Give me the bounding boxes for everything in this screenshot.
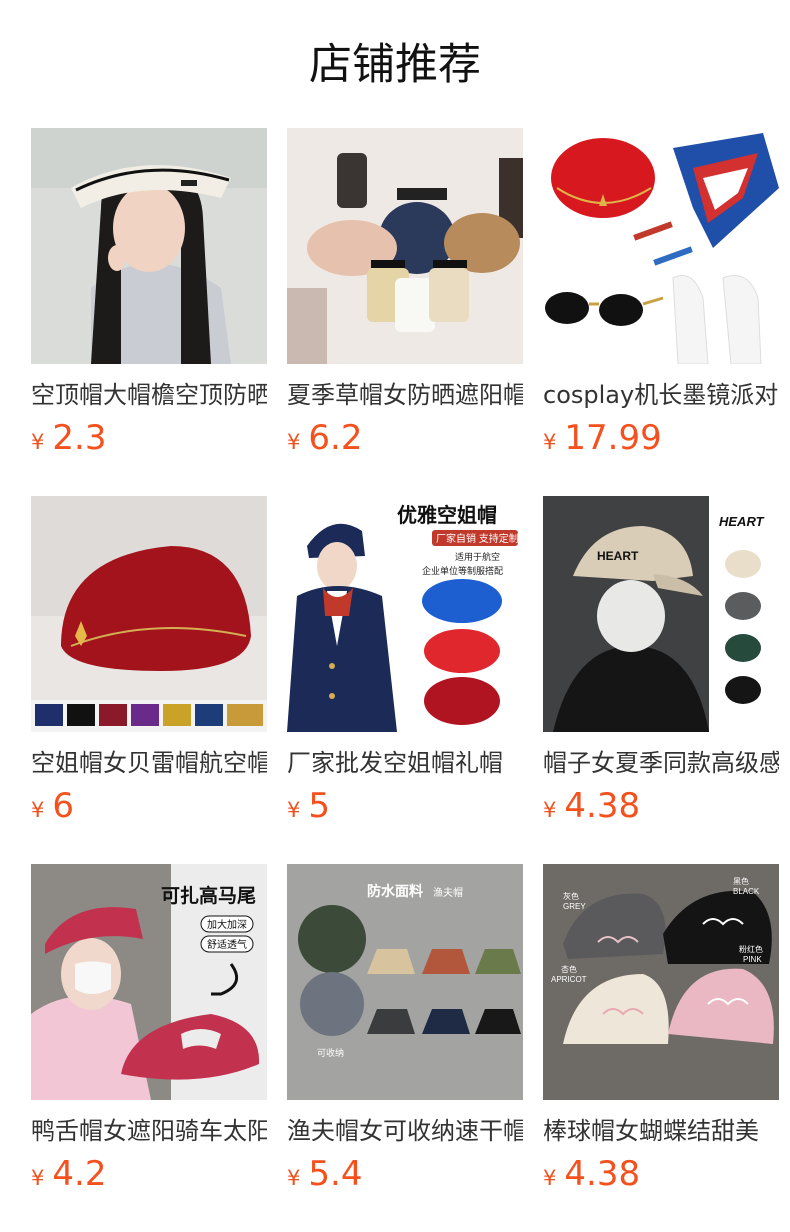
product-image-ponytail-cap[interactable]: 可扎高马尾 加大加深 舒适透气 — [31, 864, 267, 1100]
product-price: ¥2.3 — [31, 416, 106, 460]
price-value: 6.2 — [308, 418, 363, 458]
bow-baseball-caps-photo: 灰色 GREY 黑色 BLACK 杏色 APRICOT 粉红色 PINK — [543, 864, 779, 1100]
bucket-fold-text: 可收纳 — [317, 1047, 344, 1058]
product-name[interactable]: 帽子女夏季同款高级感 — [543, 746, 779, 780]
currency-symbol: ¥ — [31, 1166, 45, 1190]
ponytail-tag1-text: 加大加深 — [207, 918, 247, 931]
product-name[interactable]: 渔夫帽女可收纳速干帽 — [287, 1114, 523, 1148]
price-value: 2.3 — [52, 418, 107, 458]
bucket-subtitle-text: 渔夫帽 — [433, 886, 463, 899]
ad-line1-text: 适用于航空 — [455, 551, 500, 562]
ad-line2-text: 企业单位等制服搭配 — [422, 565, 503, 576]
product-price: ¥5 — [287, 784, 330, 828]
price-value: 4.38 — [564, 786, 641, 826]
straw-visors-photo — [287, 128, 523, 364]
currency-symbol: ¥ — [31, 430, 45, 454]
woman-visor-photo — [31, 128, 267, 364]
price-value: 5.4 — [308, 1154, 363, 1194]
product-image-bow-caps[interactable]: 灰色 GREY 黑色 BLACK 杏色 APRICOT 粉红色 PINK — [543, 864, 779, 1100]
product-name[interactable]: 棒球帽女蝴蝶结甜美 — [543, 1114, 779, 1148]
currency-symbol: ¥ — [287, 1166, 301, 1190]
product-image-visor[interactable] — [31, 128, 267, 364]
product-price: ¥5.4 — [287, 1152, 362, 1196]
product-card[interactable]: 防水面料 渔夫帽 可收纳 渔夫帽女可收纳速干帽 ¥5.4 — [287, 864, 523, 1204]
product-card[interactable]: 空姐帽女贝雷帽航空帽 ¥6 — [31, 496, 267, 836]
currency-symbol: ¥ — [287, 430, 301, 454]
product-card[interactable]: 可扎高马尾 加大加深 舒适透气 鸭舌帽女遮阳骑车太阳帽 ¥4.2 — [31, 864, 267, 1204]
ad-title-text: 优雅空姐帽 — [397, 503, 497, 527]
price-value: 17.99 — [564, 418, 662, 458]
price-value: 5 — [308, 786, 331, 826]
heart-baseball-cap-photo: HEART HEART — [543, 496, 779, 732]
cap-logo-text: HEART — [719, 514, 765, 529]
bow-pink-label: 粉红色 — [739, 944, 763, 954]
bow-grey-label: 灰色 — [563, 891, 579, 901]
red-stewardess-hat-photo — [31, 496, 267, 732]
bow-grey-en-label: GREY — [563, 902, 586, 911]
ponytail-cap-photo: 可扎高马尾 加大加深 舒适透气 — [31, 864, 267, 1100]
product-card[interactable]: HEART HEART 帽子女夏季同款高级感 ¥4.38 — [543, 496, 779, 836]
currency-symbol: ¥ — [543, 430, 557, 454]
product-name[interactable]: 空姐帽女贝雷帽航空帽 — [31, 746, 267, 780]
pilot-costume-set-photo — [543, 128, 779, 364]
product-card[interactable]: cosplay机长墨镜派对套装 ¥17.99 — [543, 128, 779, 468]
product-image-straw-visors[interactable] — [287, 128, 523, 364]
product-image-bucket-hats[interactable]: 防水面料 渔夫帽 可收纳 — [287, 864, 523, 1100]
price-value: 4.2 — [52, 1154, 107, 1194]
product-image-red-hat[interactable] — [31, 496, 267, 732]
product-card[interactable]: 优雅空姐帽 厂家自销 支持定制 适用于航空 企业单位等制服搭配 厂家批发空姐帽礼… — [287, 496, 523, 836]
product-price: ¥4.38 — [543, 784, 640, 828]
bow-black-en-label: BLACK — [733, 887, 760, 896]
ad-badge-text: 厂家自销 支持定制 — [436, 532, 519, 545]
product-image-heart-cap[interactable]: HEART HEART — [543, 496, 779, 732]
product-price: ¥4.2 — [31, 1152, 106, 1196]
price-value: 4.38 — [564, 1154, 641, 1194]
currency-symbol: ¥ — [543, 1166, 557, 1190]
product-price: ¥6.2 — [287, 416, 362, 460]
product-image-pilot-set[interactable] — [543, 128, 779, 364]
product-name[interactable]: 空顶帽大帽檐空顶防晒帽 — [31, 378, 267, 412]
bow-apricot-label: 杏色 — [561, 964, 577, 974]
currency-symbol: ¥ — [287, 798, 301, 822]
bucket-title-text: 防水面料 — [367, 883, 423, 899]
product-grid: 空顶帽大帽檐空顶防晒帽 ¥2.3 夏季草帽女防晒遮阳帽 — [0, 0, 790, 1232]
product-card[interactable]: 灰色 GREY 黑色 BLACK 杏色 APRICOT 粉红色 PINK 棒球帽… — [543, 864, 779, 1204]
product-name[interactable]: 夏季草帽女防晒遮阳帽 — [287, 378, 523, 412]
stewardess-hat-ad-photo: 优雅空姐帽 厂家自销 支持定制 适用于航空 企业单位等制服搭配 — [287, 496, 523, 732]
bow-black-label: 黑色 — [733, 876, 749, 886]
bucket-hats-photo: 防水面料 渔夫帽 可收纳 — [287, 864, 523, 1100]
product-name[interactable]: 厂家批发空姐帽礼帽 — [287, 746, 523, 780]
product-price: ¥4.38 — [543, 1152, 640, 1196]
bow-pink-en-label: PINK — [743, 955, 762, 964]
product-name[interactable]: 鸭舌帽女遮阳骑车太阳帽 — [31, 1114, 267, 1148]
ponytail-tag2-text: 舒适透气 — [207, 938, 247, 951]
currency-symbol: ¥ — [31, 798, 45, 822]
currency-symbol: ¥ — [543, 798, 557, 822]
ponytail-title-text: 可扎高马尾 — [161, 884, 256, 907]
product-name[interactable]: cosplay机长墨镜派对套装 — [543, 378, 779, 412]
bow-apricot-en-label: APRICOT — [551, 975, 587, 984]
price-value: 6 — [52, 786, 75, 826]
product-price: ¥17.99 — [543, 416, 662, 460]
product-image-stewardess-ad[interactable]: 优雅空姐帽 厂家自销 支持定制 适用于航空 企业单位等制服搭配 — [287, 496, 523, 732]
cap-embroidery-text: HEART — [597, 549, 639, 563]
product-price: ¥6 — [31, 784, 74, 828]
product-card[interactable]: 夏季草帽女防晒遮阳帽 ¥6.2 — [287, 128, 523, 468]
product-card[interactable]: 空顶帽大帽檐空顶防晒帽 ¥2.3 — [31, 128, 267, 468]
